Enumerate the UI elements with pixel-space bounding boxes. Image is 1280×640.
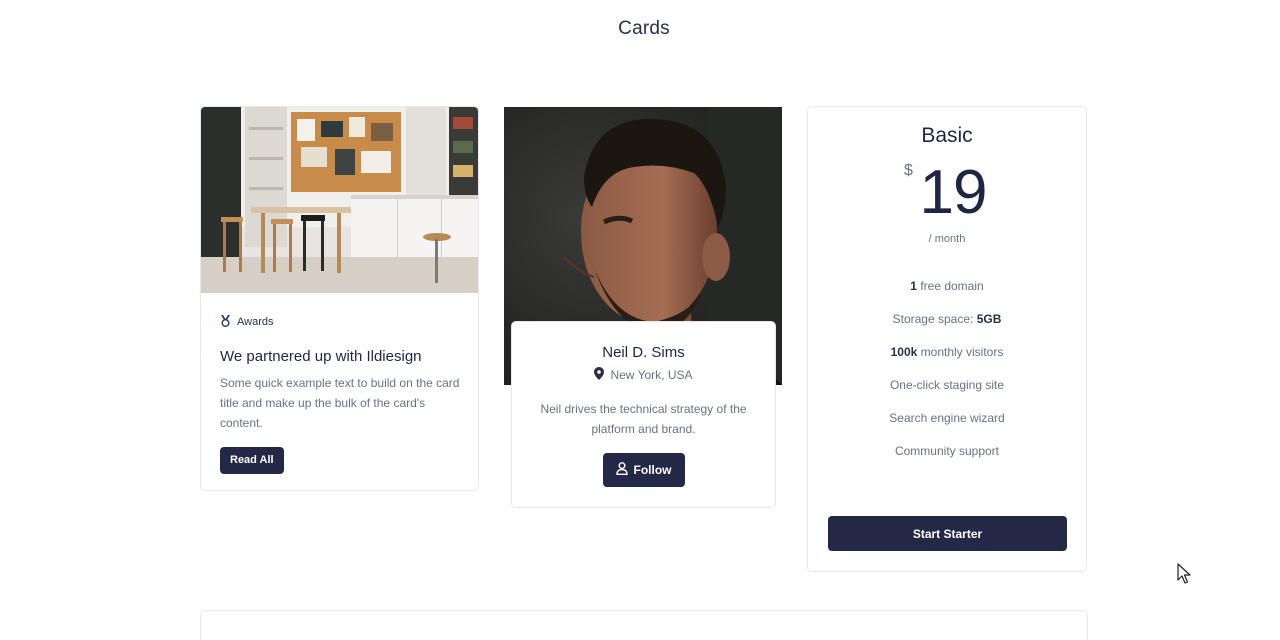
price-period: / month	[928, 233, 966, 245]
profile-text: Neil drives the technical strategy of th…	[540, 402, 747, 436]
feature-item: Storage space: 5GB	[892, 312, 1002, 326]
blog-card: Awards We partnered up with Ildiesign So…	[200, 106, 479, 491]
plan-name: Basic	[921, 124, 973, 147]
profile-card: Neil D. Sims New York, USA Neil drives t…	[511, 321, 776, 508]
feature-list: 1 free domain Storage space: 5GB 100k mo…	[808, 276, 1086, 474]
feature-item: Community support	[894, 444, 1000, 458]
follow-label: Follow	[633, 463, 672, 477]
profile-name: Neil D. Sims	[602, 344, 685, 361]
office-illustration	[201, 107, 478, 293]
read-all-button[interactable]: Read All	[220, 447, 284, 474]
price-block: $ 19	[808, 160, 1086, 230]
start-starter-button[interactable]: Start Starter	[828, 516, 1067, 551]
feature-item: Search engine wizard	[889, 411, 1005, 425]
badge-label: Awards	[237, 316, 274, 328]
mouse-cursor-icon	[1177, 563, 1191, 585]
follow-button[interactable]: Follow	[602, 453, 685, 487]
feature-item: One-click staging site	[889, 378, 1005, 392]
profile-location: New York, USA	[512, 366, 775, 384]
page-title: Cards	[618, 18, 670, 39]
pricing-card: Basic $ 19 / month 1 free domain Storage…	[807, 106, 1087, 572]
next-card-section	[200, 610, 1088, 640]
blog-card-title: We partnered up with Ildiesign	[220, 348, 422, 365]
blog-card-text: Some quick example text to build on the …	[220, 376, 460, 430]
office-image	[201, 107, 478, 293]
user-icon	[615, 462, 628, 478]
feature-item: 100k monthly visitors	[890, 345, 1004, 359]
map-pin-icon	[594, 367, 605, 383]
badge: Awards	[220, 314, 460, 330]
price-amount: 19	[919, 158, 988, 227]
feature-item: 1 free domain	[910, 279, 984, 293]
location-text: New York, USA	[610, 368, 693, 382]
medal-icon	[220, 314, 231, 330]
